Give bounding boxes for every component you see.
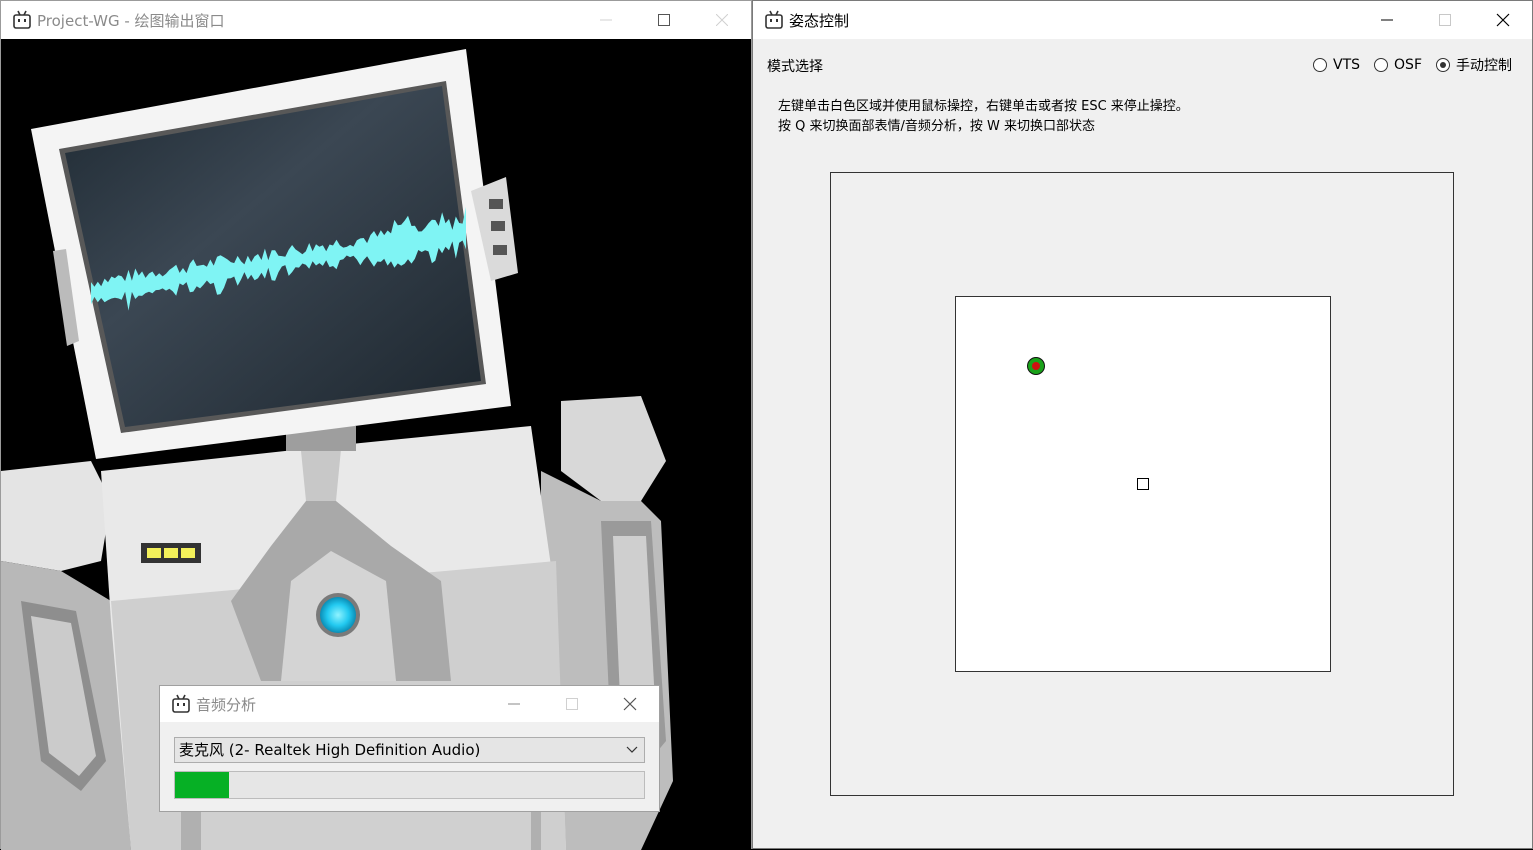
chevron-down-icon[interactable] bbox=[626, 738, 638, 769]
radio-circle[interactable] bbox=[1374, 58, 1389, 72]
close-button[interactable] bbox=[601, 686, 659, 722]
pose-window-titlebar[interactable]: 姿态控制 bbox=[753, 1, 1532, 39]
pose-window-title: 姿态控制 bbox=[789, 11, 850, 30]
pose-control-window: 姿态控制 模式选择 VTS OSF 手动控制 左键单击白色区域并使用鼠标操控，右… bbox=[752, 0, 1533, 849]
audio-level-fill bbox=[175, 772, 229, 798]
render-window-titlebar[interactable]: Project-WG - 绘图输出窗口 bbox=[1, 1, 751, 39]
pose-control-pad[interactable] bbox=[955, 296, 1331, 672]
close-button[interactable] bbox=[1474, 1, 1532, 39]
robot-icon bbox=[13, 10, 31, 29]
instruction-line-2: 按 Q 来切换面部表情/音频分析，按 W 来切换口部状态 bbox=[778, 119, 1095, 134]
close-icon bbox=[1496, 13, 1510, 27]
audio-level-meter bbox=[174, 771, 645, 799]
audio-analysis-window: 音频分析 麦克风 (2- Realtek High Definition Aud… bbox=[159, 685, 660, 812]
render-window-title: Project-WG - 绘图输出窗口 bbox=[37, 11, 225, 30]
maximize-button[interactable] bbox=[635, 1, 693, 39]
maximize-button[interactable] bbox=[543, 686, 601, 722]
mode-radio-label: OSF bbox=[1394, 57, 1422, 73]
minimize-icon bbox=[600, 19, 612, 21]
maximize-button[interactable] bbox=[1416, 1, 1474, 39]
minimize-button[interactable] bbox=[485, 686, 543, 722]
minimize-button[interactable] bbox=[1358, 1, 1416, 39]
close-icon bbox=[623, 697, 637, 711]
radio-circle[interactable] bbox=[1313, 58, 1328, 72]
mode-radio-osf[interactable]: OSF bbox=[1374, 55, 1422, 75]
minimize-icon bbox=[1381, 19, 1393, 21]
audio-window-title: 音频分析 bbox=[196, 695, 257, 714]
mode-radio-group: VTS OSF 手动控制 bbox=[1313, 55, 1512, 75]
instructions-text: 左键单击白色区域并使用鼠标操控，右键单击或者按 ESC 来停止操控。 按 Q 来… bbox=[778, 97, 1189, 137]
minimize-icon bbox=[508, 703, 520, 705]
minimize-button[interactable] bbox=[577, 1, 635, 39]
audio-device-value: 麦克风 (2- Realtek High Definition Audio) bbox=[179, 741, 481, 759]
maximize-icon bbox=[658, 14, 670, 26]
pose-target-marker[interactable] bbox=[1027, 357, 1045, 375]
mode-radio-label: VTS bbox=[1333, 57, 1361, 73]
center-marker bbox=[1137, 478, 1149, 490]
mode-radio-label: 手动控制 bbox=[1456, 58, 1512, 74]
close-icon bbox=[716, 14, 728, 26]
audio-window-titlebar[interactable]: 音频分析 bbox=[160, 686, 659, 722]
robot-icon bbox=[765, 10, 783, 29]
mode-select-label: 模式选择 bbox=[767, 59, 823, 75]
robot-icon bbox=[172, 694, 190, 713]
mode-radio-manual[interactable]: 手动控制 bbox=[1436, 55, 1512, 75]
audio-device-select[interactable]: 麦克风 (2- Realtek High Definition Audio) bbox=[174, 737, 645, 763]
mode-radio-vts[interactable]: VTS bbox=[1313, 55, 1360, 75]
maximize-icon bbox=[1439, 14, 1451, 26]
close-button[interactable] bbox=[693, 1, 751, 39]
instruction-line-1: 左键单击白色区域并使用鼠标操控，右键单击或者按 ESC 来停止操控。 bbox=[778, 99, 1189, 114]
maximize-icon bbox=[566, 698, 578, 710]
radio-circle[interactable] bbox=[1436, 58, 1450, 72]
